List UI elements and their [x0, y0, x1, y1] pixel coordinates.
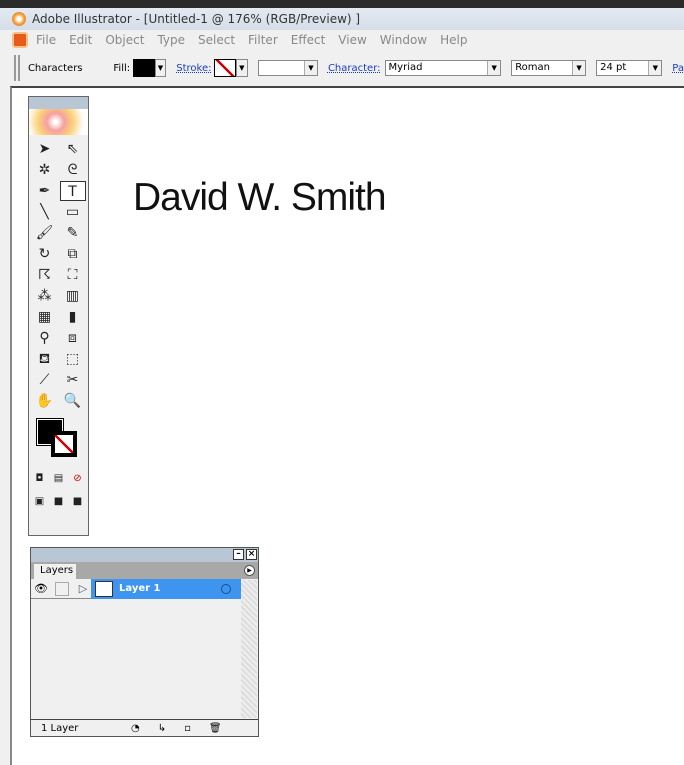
layers-panel-header[interactable]: – ×: [31, 548, 258, 562]
make-clipping-mask-icon[interactable]: ◔: [131, 723, 140, 734]
lock-toggle[interactable]: [55, 581, 69, 596]
screen-mode-full-icon[interactable]: ■: [70, 492, 86, 512]
menu-select[interactable]: Select: [198, 33, 235, 47]
document-icon[interactable]: [12, 32, 28, 48]
layer-thumbnail: [95, 580, 113, 597]
layer-item[interactable]: Layer 1: [91, 578, 241, 599]
gradient-mode-icon[interactable]: ▤: [51, 469, 67, 489]
chevron-down-icon[interactable]: ▼: [572, 61, 586, 75]
menu-help[interactable]: Help: [440, 33, 467, 47]
window-title: Adobe Illustrator - [Untitled-1 @ 176% (…: [32, 12, 361, 26]
menu-file[interactable]: File: [36, 33, 56, 47]
zoom-tool-icon[interactable]: 🔍: [60, 391, 86, 411]
title-bar: Adobe Illustrator - [Untitled-1 @ 176% (…: [0, 0, 684, 30]
panel-grip[interactable]: [14, 55, 20, 81]
layers-footer: 1 Layer ◔ ↳ ▫ 🗑: [31, 719, 258, 736]
type-tool-icon[interactable]: T: [59, 181, 86, 201]
scrollbar[interactable]: [241, 580, 257, 718]
live-paint-selection-tool-icon[interactable]: ⬚: [60, 349, 86, 369]
font-size-field[interactable]: 24 pt ▼: [596, 60, 663, 76]
fill-swatch[interactable]: [133, 59, 155, 77]
menu-edit[interactable]: Edit: [69, 33, 92, 47]
direct-selection-tool-icon[interactable]: ⇖: [60, 139, 86, 159]
layers-panel: – × Layers ▶ 👁 ▷ Layer 1 1 Layer ◔ ↳ ▫ 🗑: [30, 547, 259, 737]
stroke-dropdown[interactable]: ▼: [235, 59, 248, 77]
none-mode-icon[interactable]: ⊘: [70, 469, 86, 489]
menu-window[interactable]: Window: [380, 33, 427, 47]
mesh-tool-icon[interactable]: ▦: [32, 307, 58, 327]
new-sublayer-icon[interactable]: ↳: [158, 723, 166, 734]
menu-view[interactable]: View: [338, 33, 366, 47]
symbol-sprayer-tool-icon[interactable]: ⁂: [32, 286, 58, 306]
layer-row[interactable]: 👁 ▷ Layer 1: [31, 578, 241, 599]
column-graph-tool-icon[interactable]: ▥: [60, 286, 86, 306]
color-mode-icon[interactable]: ◘: [32, 469, 48, 489]
chevron-down-icon[interactable]: ▼: [487, 61, 501, 75]
free-transform-tool-icon[interactable]: ⛶: [60, 265, 86, 285]
scissors-tool-icon[interactable]: ✂: [60, 370, 86, 390]
screen-mode-standard-icon[interactable]: ▣: [32, 492, 48, 512]
menu-type[interactable]: Type: [157, 33, 185, 47]
chevron-down-icon[interactable]: ▼: [303, 61, 317, 75]
stroke-link[interactable]: Stroke:: [176, 63, 211, 74]
menu-object[interactable]: Object: [105, 33, 144, 47]
line-tool-icon[interactable]: ╲: [32, 202, 58, 222]
trash-icon[interactable]: 🗑: [209, 723, 222, 734]
gradient-tool-icon[interactable]: ▮: [60, 307, 86, 327]
toolbox-logo: [29, 109, 88, 135]
blend-tool-icon[interactable]: ⧈: [60, 328, 86, 348]
rotate-tool-icon[interactable]: ↻: [32, 244, 58, 264]
chevron-down-icon[interactable]: ▼: [648, 61, 662, 75]
panel-menu-icon[interactable]: ▶: [244, 565, 255, 576]
document-text[interactable]: David W. Smith: [133, 176, 387, 220]
menu-effect[interactable]: Effect: [291, 33, 326, 47]
character-link[interactable]: Character:: [328, 63, 381, 74]
font-style-field[interactable]: Roman ▼: [511, 60, 587, 76]
scale-tool-icon[interactable]: ⧉: [60, 244, 86, 264]
lasso-tool-icon[interactable]: ᘓ: [60, 160, 86, 180]
control-panel: Characters Fill: ▼ Stroke: ▼ ▼ Character…: [0, 52, 684, 84]
font-size-value: 24 pt: [600, 62, 627, 73]
stroke-weight-field[interactable]: ▼: [257, 60, 318, 76]
font-style-value: Roman: [515, 62, 551, 73]
stroke-swatch[interactable]: [214, 59, 236, 77]
new-layer-icon[interactable]: ▫: [184, 723, 191, 734]
magic-wand-tool-icon[interactable]: ✲: [32, 160, 58, 180]
eyedropper-tool-icon[interactable]: ⚲: [32, 328, 58, 348]
slice-tool-icon[interactable]: ⟋: [32, 370, 58, 390]
pen-tool-icon[interactable]: ✒: [32, 181, 58, 201]
color-controls: [29, 415, 88, 465]
mode-label: Characters: [27, 62, 83, 74]
expand-triangle-icon[interactable]: ▷: [75, 582, 91, 595]
font-family-field[interactable]: Myriad ▼: [384, 60, 502, 76]
stroke-color-swatch[interactable]: [51, 431, 77, 457]
menu-bar: File Edit Object Type Select Filter Effe…: [0, 30, 684, 50]
screen-mode-menu-icon[interactable]: ■: [51, 492, 67, 512]
pencil-tool-icon[interactable]: ✎: [60, 223, 86, 243]
close-icon[interactable]: ×: [246, 549, 257, 560]
visibility-eye-icon[interactable]: 👁: [31, 582, 51, 595]
layer-name[interactable]: Layer 1: [119, 583, 221, 594]
minimize-icon[interactable]: –: [233, 549, 244, 560]
menu-filter[interactable]: Filter: [248, 33, 278, 47]
paintbrush-tool-icon[interactable]: 🖌: [32, 223, 58, 243]
fill-label: Fill:: [113, 62, 131, 74]
paragraph-link[interactable]: Pa: [672, 63, 684, 74]
target-circle-icon[interactable]: [221, 583, 231, 594]
toolbox-header[interactable]: [29, 97, 88, 109]
rectangle-tool-icon[interactable]: ▭: [60, 202, 86, 222]
fill-dropdown[interactable]: ▼: [154, 59, 167, 77]
font-family-value: Myriad: [388, 62, 423, 73]
warp-tool-icon[interactable]: ☈: [32, 265, 58, 285]
toolbox: ➤ ⇖ ✲ ᘓ ✒ T ╲ ▭ 🖌 ✎ ↻ ⧉ ☈ ⛶ ⁂ ▥ ▦ ▮ ⚲ ⧈ ⛾ ⬚ ⟋ ✂ ✋ 🔍 ◘…: [28, 96, 89, 536]
hand-tool-icon[interactable]: ✋: [32, 391, 58, 411]
layer-count: 1 Layer: [41, 722, 79, 734]
tab-layers[interactable]: Layers: [34, 564, 76, 579]
selection-tool-icon[interactable]: ➤: [32, 139, 58, 159]
app-icon: [12, 12, 26, 26]
live-paint-tool-icon[interactable]: ⛾: [32, 349, 58, 369]
